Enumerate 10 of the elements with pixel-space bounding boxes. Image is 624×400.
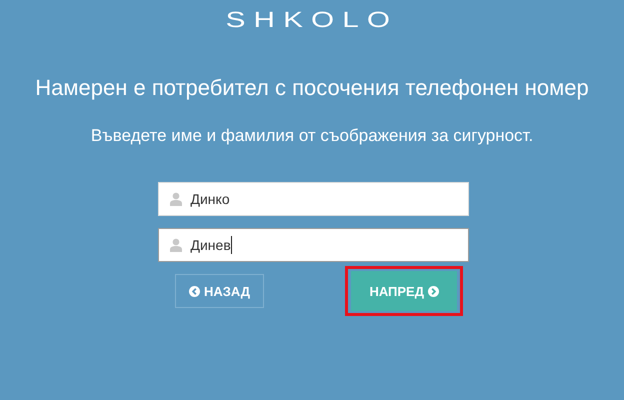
input-field[interactable]: Динко	[158, 182, 468, 216]
user-icon	[170, 192, 182, 206]
left-arrow-icon	[189, 286, 200, 296]
instruction-text: Въведете име и фамилия от съображения за сигурност.	[90, 126, 534, 146]
logo: SHKOLO	[226, 6, 398, 34]
input-field[interactable]: Динев	[158, 228, 468, 262]
text-cursor	[230, 236, 232, 254]
page-title: Намерен е потребител с посочения телефонен номер	[34, 74, 590, 102]
right-arrow-icon	[428, 286, 439, 296]
user-icon	[170, 238, 182, 252]
